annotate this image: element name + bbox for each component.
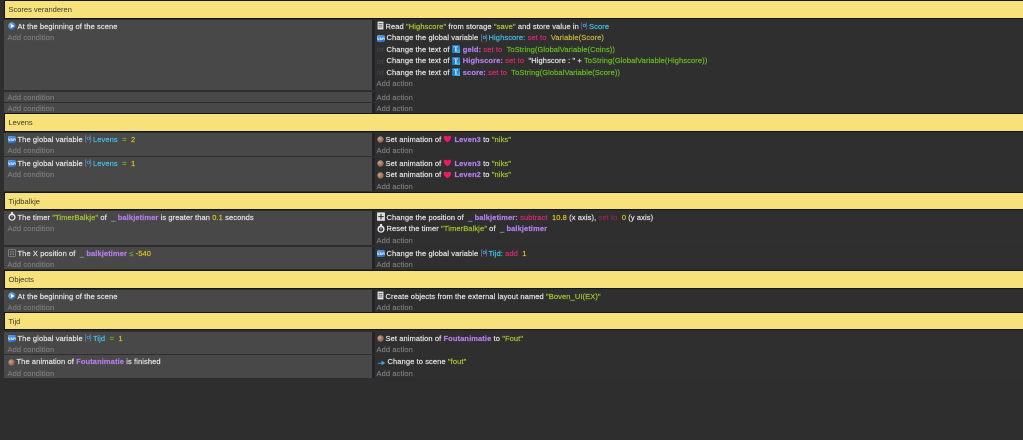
svg-text:T: T	[453, 58, 458, 65]
svg-text:T: T	[453, 70, 458, 77]
svg-text:{: {	[85, 136, 87, 143]
svg-text:txt: txt	[377, 58, 384, 65]
svg-text:{: {	[85, 160, 87, 167]
svg-text:{: {	[481, 250, 483, 257]
svg-text:{: {	[481, 35, 483, 42]
svg-text:{: {	[85, 335, 87, 342]
svg-text:T: T	[453, 47, 458, 54]
svg-text:{: {	[581, 23, 583, 30]
svg-text:VAR: VAR	[377, 252, 385, 256]
svg-text:VAR: VAR	[8, 138, 16, 142]
svg-text:txt: txt	[377, 70, 384, 77]
svg-text:VAR: VAR	[8, 337, 16, 341]
svg-text:txt: txt	[377, 47, 384, 54]
svg-text:VAR: VAR	[377, 37, 385, 41]
svg-text:VAR: VAR	[8, 162, 16, 166]
